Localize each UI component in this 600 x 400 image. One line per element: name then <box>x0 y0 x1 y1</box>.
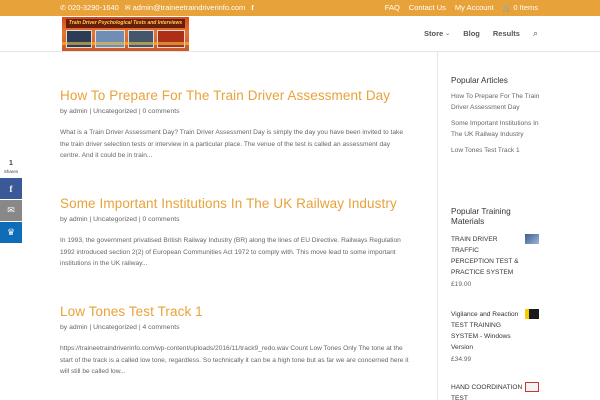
post-excerpt: https://traineetraindriverinfo.com/wp-co… <box>60 345 409 375</box>
share-label: Shares <box>3 169 19 174</box>
post-title[interactable]: Some Important Institutions In The UK Ra… <box>60 196 420 211</box>
search-icon[interactable]: ⌕ <box>533 28 538 39</box>
popular-articles-heading: Popular Articles <box>451 76 508 85</box>
crown-icon: ♛ <box>6 227 16 237</box>
logo-photo <box>66 30 92 48</box>
nav-store[interactable]: Store ⌄ <box>424 29 450 38</box>
cart-link[interactable]: 🛒 0 Items <box>503 3 538 12</box>
post-meta: by admin | Uncategorized | 0 comments <box>60 108 180 115</box>
logo-photo <box>157 30 185 48</box>
contact-us-link[interactable]: Contact Us <box>409 3 446 12</box>
share-count: 1 <box>9 160 13 167</box>
popular-article-link[interactable]: How To Prepare For The Train Driver Asse… <box>451 91 541 113</box>
logo-photo <box>95 30 125 48</box>
cart-icon: 🛒 <box>502 5 512 12</box>
product-name[interactable]: Vigilance and Reaction TEST TRAINING SYS… <box>451 309 523 353</box>
post-meta: by admin | Uncategorized | 0 comments <box>60 216 180 223</box>
product-price: £19.00 <box>451 281 472 288</box>
facebook-icon: f <box>9 183 13 194</box>
product-item[interactable]: TRAIN DRIVER TRAFFIC PERCEPTION TEST & P… <box>451 234 541 288</box>
training-materials-heading: Popular Training Materials <box>451 207 511 226</box>
product-name[interactable]: TRAIN DRIVER TRAFFIC PERCEPTION TEST & P… <box>451 234 523 278</box>
site-logo[interactable]: Train Driver Psychological Tests and Int… <box>62 17 189 51</box>
email-contact[interactable]: ✉ admin@traineetraindriverinfo.com <box>125 3 246 12</box>
product-thumbnail[interactable] <box>525 309 539 319</box>
email-share-button[interactable]: ✉ <box>0 200 22 221</box>
envelope-icon: ✉ <box>7 205 15 215</box>
nav-results[interactable]: Results <box>493 29 520 38</box>
post-excerpt: In 1993, the government privatised Briti… <box>60 237 401 267</box>
post-meta: by admin | Uncategorized | 4 comments <box>60 324 180 331</box>
phone-icon: ✆ <box>60 5 66 12</box>
post-item: How To Prepare For The Train Driver Asse… <box>60 88 420 162</box>
post-excerpt: What is a Train Driver Assessment Day? T… <box>60 129 404 159</box>
logo-banner: Train Driver Psychological Tests and Int… <box>66 19 185 28</box>
popular-article-link[interactable]: Low Tones Test Track 1 <box>451 145 541 156</box>
sumo-share-button[interactable]: ♛ <box>0 222 22 243</box>
product-item[interactable]: HAND COORDINATION TEST <box>451 382 541 400</box>
popular-articles-list: How To Prepare For The Train Driver Asse… <box>451 91 541 156</box>
post-title[interactable]: How To Prepare For The Train Driver Asse… <box>60 88 420 103</box>
product-thumbnail[interactable] <box>525 382 539 392</box>
chevron-down-icon: ⌄ <box>445 31 451 37</box>
product-thumbnail[interactable] <box>525 234 539 244</box>
popular-article-link[interactable]: Some Important Institutions In The UK Ra… <box>451 118 541 140</box>
post-item: Low Tones Test Track 1 by admin | Uncate… <box>60 304 420 378</box>
logo-stripe <box>62 42 189 45</box>
main-nav: Store ⌄ Blog Results ⌕ <box>424 28 538 39</box>
top-bar: ✆ 020-3290-1640 ✉ admin@traineetraindriver… <box>0 0 600 16</box>
nav-blog[interactable]: Blog <box>463 29 480 38</box>
header: Train Driver Psychological Tests and Int… <box>0 16 600 52</box>
post-item: Some Important Institutions In The UK Ra… <box>60 196 420 270</box>
my-account-link[interactable]: My Account <box>455 3 494 12</box>
sidebar-divider <box>437 52 438 400</box>
envelope-icon: ✉ <box>124 5 131 12</box>
product-price: £34.99 <box>451 356 472 363</box>
post-title[interactable]: Low Tones Test Track 1 <box>60 304 420 319</box>
facebook-icon[interactable]: f <box>251 3 254 12</box>
product-name[interactable]: HAND COORDINATION TEST <box>451 382 523 400</box>
product-item[interactable]: Vigilance and Reaction TEST TRAINING SYS… <box>451 309 541 363</box>
phone-contact[interactable]: ✆ 020-3290-1640 <box>60 3 119 12</box>
faq-link[interactable]: FAQ <box>385 3 400 12</box>
facebook-share-button[interactable]: f <box>0 178 22 199</box>
logo-photo <box>128 30 154 48</box>
